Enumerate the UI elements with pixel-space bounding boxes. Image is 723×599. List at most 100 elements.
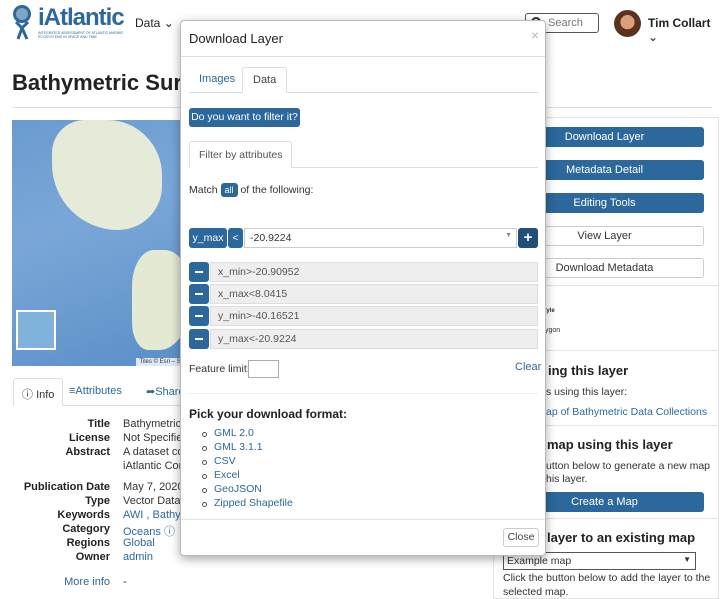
info-row: Keywords AWI , Bathym [0,509,189,523]
operator-select-button[interactable]: < [228,228,243,248]
info-label: Title [87,418,110,430]
info-row: License Not Specified [0,432,188,446]
maps-text: s using this layer: [546,386,628,398]
filter-condition: x_max<8.0415 [210,284,538,304]
remove-filter-icon[interactable] [189,284,209,304]
info-label: Category [62,523,110,535]
format-csv-link[interactable]: CSV [214,455,236,467]
tab-info[interactable]: ⓘ Info [13,378,64,406]
format-item: GeoJSON [189,483,293,497]
more-info-link[interactable]: More info [64,576,110,588]
clear-link[interactable]: Clear [515,361,541,373]
map-preview[interactable]: Tiles © Esri – So [12,120,187,366]
map-link[interactable]: ap of Bathymetric Data Collections [546,406,707,418]
filter-toggle-button[interactable]: Do you want to filter it? [189,108,300,127]
atlas-globe-icon [13,5,31,40]
info-label: Abstract [65,446,110,458]
chevron-down-icon: ⌄ [163,16,174,30]
info-value: - [123,576,127,588]
nav-data-label: Data [135,16,161,30]
info-value: Not Specified [123,432,189,444]
feature-limit-input[interactable] [248,360,279,378]
attribute-select-button[interactable]: y_max [189,228,227,248]
map-land [52,120,162,230]
close-button[interactable]: Close [503,528,539,547]
user-name: Tim Collart [648,16,711,30]
info-row: Owner admin [0,551,180,565]
format-gml2-link[interactable]: GML 2.0 [214,427,254,439]
tab-label: Attributes [75,385,122,397]
match-prefix: Match [189,184,218,196]
info-label: Keywords [57,509,110,521]
info-value: Bathymetric [123,418,182,430]
format-list: GML 2.0 GML 3.1.1 CSV Excel GeoJSON Zipp… [189,427,293,511]
logo-text: iAtlantic [38,4,125,31]
maps-heading: ing this layer [548,363,629,378]
remove-filter-icon[interactable] [189,329,209,349]
info-row: Type Vector Data [0,495,180,509]
remove-filter-icon[interactable] [189,306,209,326]
page-title: Bathymetric Surve [12,70,207,95]
format-gml311-link[interactable]: GML 3.1.1 [214,441,263,453]
avatar[interactable] [614,10,641,37]
format-item: GML 3.1.1 [189,441,293,455]
info-label: Publication Date [23,481,110,493]
divider [189,393,538,394]
info-label: Type [85,495,110,507]
divider [181,56,545,57]
info-value: A dataset cor [123,446,188,458]
tab-attributes[interactable]: ≡Attributes [61,378,130,406]
layer-tabs: ⓘ Info ≡Attributes ➦Share [13,378,188,406]
info-row: iAtlantic Con [0,460,185,474]
filter-condition: y_min>-40.16521 [210,306,538,326]
close-icon[interactable]: × [531,27,539,43]
info-row: Abstract A dataset cor [0,446,187,460]
formats-heading: Pick your download format: [189,407,348,421]
dropdown-arrow-icon: ▼ [683,555,691,564]
divider [181,519,545,520]
match-line: Match all of the following: [189,183,313,197]
create-map-heading: map using this layer [547,437,673,452]
remove-filter-icon[interactable] [189,262,209,282]
info-row: Publication Date May 7, 2020, [0,481,187,495]
user-menu[interactable]: Tim Collart ⌄ [648,16,723,44]
format-excel-link[interactable]: Excel [214,469,240,481]
map-land [132,250,187,350]
format-shapefile-link[interactable]: Zipped Shapefile [214,497,293,509]
match-suffix: of the following: [240,184,314,196]
tab-filter-by-attributes[interactable]: Filter by attributes [189,141,293,168]
format-item: Excel [189,469,293,483]
format-geojson-link[interactable]: GeoJSON [214,483,262,495]
filter-value: -20.9224 [250,232,292,244]
filter-row: x_max<8.0415 [189,284,538,304]
info-value: Vector Data [123,495,181,507]
match-mode-button[interactable]: all [220,183,238,197]
modal-title: Download Layer [189,31,283,46]
info-value: May 7, 2020, [123,481,187,493]
filter-value-input[interactable]: -20.9224 ▼ [244,228,517,248]
info-label: Owner [75,551,110,563]
search-placeholder: Search [548,17,583,29]
region-link[interactable]: Global [123,537,155,549]
owner-link[interactable]: admin [123,551,153,563]
download-layer-modal: Download Layer × Images Data Do you want… [180,20,546,556]
dropdown-arrow-icon: ▼ [505,232,512,239]
tab-images[interactable]: Images [189,67,245,93]
nav-data[interactable]: Data ⌄ [135,16,174,30]
add-map-text: Click the button below to add the layer … [503,572,711,584]
iatlantic-logo[interactable]: iAtlantic INTEGRATED ASSESSMENT OF ATLAN… [8,4,128,40]
info-row: Regions Global [0,537,180,551]
info-label: Regions [66,537,110,549]
info-row: Category Oceans ⓘ [0,523,180,538]
info-row: More info - [0,576,180,590]
format-item: CSV [189,455,293,469]
format-item: Zipped Shapefile [189,497,293,511]
chevron-down-icon: ⌄ [648,30,659,44]
info-label: License [69,432,110,444]
tab-label: Info [36,389,55,401]
info-value: iAtlantic Con [123,460,185,472]
add-filter-icon[interactable]: + [518,228,538,248]
feature-limit-label: Feature limit: [189,363,250,375]
filter-condition: x_min>-20.90952 [210,262,538,282]
tab-data[interactable]: Data [242,67,288,93]
